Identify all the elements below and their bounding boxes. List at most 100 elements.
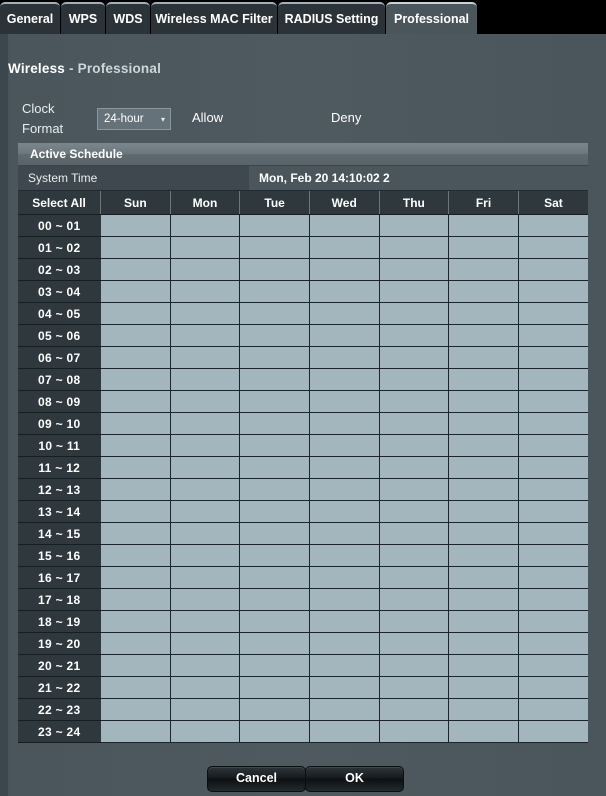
hour-label-3[interactable]: 03 ~ 04 <box>18 280 101 303</box>
schedule-cell-sun-0[interactable] <box>100 214 171 237</box>
schedule-cell-sun-22[interactable] <box>100 698 171 721</box>
schedule-cell-tue-1[interactable] <box>239 236 310 259</box>
schedule-cell-mon-23[interactable] <box>170 720 241 743</box>
schedule-cell-tue-19[interactable] <box>239 632 310 655</box>
schedule-cell-tue-18[interactable] <box>239 610 310 633</box>
schedule-cell-thu-17[interactable] <box>379 588 450 611</box>
schedule-cell-fri-8[interactable] <box>448 390 519 413</box>
schedule-cell-sun-16[interactable] <box>100 566 171 589</box>
schedule-cell-thu-22[interactable] <box>379 698 450 721</box>
schedule-cell-mon-0[interactable] <box>170 214 241 237</box>
schedule-cell-thu-2[interactable] <box>379 258 450 281</box>
schedule-cell-sun-4[interactable] <box>100 302 171 325</box>
schedule-cell-sat-6[interactable] <box>518 346 588 369</box>
schedule-cell-wed-23[interactable] <box>309 720 380 743</box>
schedule-cell-sun-23[interactable] <box>100 720 171 743</box>
hour-label-17[interactable]: 17 ~ 18 <box>18 588 101 611</box>
schedule-cell-sun-1[interactable] <box>100 236 171 259</box>
schedule-cell-thu-11[interactable] <box>379 456 450 479</box>
select-all-header[interactable]: Select All <box>18 191 101 215</box>
schedule-cell-fri-23[interactable] <box>448 720 519 743</box>
schedule-cell-mon-10[interactable] <box>170 434 241 457</box>
schedule-cell-thu-9[interactable] <box>379 412 450 435</box>
hour-label-19[interactable]: 19 ~ 20 <box>18 632 101 655</box>
tab-radius-setting[interactable]: RADIUS Setting <box>278 2 385 34</box>
schedule-cell-sun-6[interactable] <box>100 346 171 369</box>
schedule-cell-tue-3[interactable] <box>239 280 310 303</box>
schedule-cell-fri-17[interactable] <box>448 588 519 611</box>
schedule-cell-wed-8[interactable] <box>309 390 380 413</box>
schedule-cell-wed-20[interactable] <box>309 654 380 677</box>
schedule-cell-mon-16[interactable] <box>170 566 241 589</box>
day-header-sat[interactable]: Sat <box>518 191 588 215</box>
hour-label-0[interactable]: 00 ~ 01 <box>18 214 101 237</box>
schedule-cell-mon-3[interactable] <box>170 280 241 303</box>
schedule-cell-wed-12[interactable] <box>309 478 380 501</box>
schedule-cell-mon-18[interactable] <box>170 610 241 633</box>
schedule-cell-mon-11[interactable] <box>170 456 241 479</box>
schedule-cell-wed-10[interactable] <box>309 434 380 457</box>
schedule-cell-tue-15[interactable] <box>239 544 310 567</box>
schedule-cell-sat-3[interactable] <box>518 280 588 303</box>
hour-label-14[interactable]: 14 ~ 15 <box>18 522 101 545</box>
schedule-cell-sat-0[interactable] <box>518 214 588 237</box>
schedule-cell-mon-2[interactable] <box>170 258 241 281</box>
day-header-thu[interactable]: Thu <box>379 191 450 215</box>
schedule-cell-mon-8[interactable] <box>170 390 241 413</box>
schedule-cell-wed-2[interactable] <box>309 258 380 281</box>
schedule-cell-sun-7[interactable] <box>100 368 171 391</box>
schedule-cell-mon-12[interactable] <box>170 478 241 501</box>
hour-label-8[interactable]: 08 ~ 09 <box>18 390 101 413</box>
tab-general[interactable]: General <box>0 2 60 34</box>
schedule-cell-sun-15[interactable] <box>100 544 171 567</box>
schedule-cell-sun-19[interactable] <box>100 632 171 655</box>
hour-label-18[interactable]: 18 ~ 19 <box>18 610 101 633</box>
hour-label-11[interactable]: 11 ~ 12 <box>18 456 101 479</box>
schedule-cell-thu-13[interactable] <box>379 500 450 523</box>
schedule-cell-mon-1[interactable] <box>170 236 241 259</box>
schedule-cell-fri-2[interactable] <box>448 258 519 281</box>
schedule-cell-sun-2[interactable] <box>100 258 171 281</box>
tab-professional[interactable]: Professional <box>386 2 477 34</box>
cancel-button[interactable]: Cancel <box>207 766 306 792</box>
schedule-cell-mon-14[interactable] <box>170 522 241 545</box>
schedule-cell-tue-21[interactable] <box>239 676 310 699</box>
schedule-cell-thu-5[interactable] <box>379 324 450 347</box>
tab-wps[interactable]: WPS <box>61 2 105 34</box>
schedule-cell-sat-16[interactable] <box>518 566 588 589</box>
hour-label-10[interactable]: 10 ~ 11 <box>18 434 101 457</box>
schedule-cell-sun-17[interactable] <box>100 588 171 611</box>
schedule-cell-fri-22[interactable] <box>448 698 519 721</box>
schedule-cell-wed-11[interactable] <box>309 456 380 479</box>
schedule-cell-sat-14[interactable] <box>518 522 588 545</box>
schedule-cell-sun-11[interactable] <box>100 456 171 479</box>
schedule-cell-wed-21[interactable] <box>309 676 380 699</box>
schedule-cell-thu-15[interactable] <box>379 544 450 567</box>
hour-label-1[interactable]: 01 ~ 02 <box>18 236 101 259</box>
hour-label-15[interactable]: 15 ~ 16 <box>18 544 101 567</box>
schedule-cell-tue-11[interactable] <box>239 456 310 479</box>
schedule-cell-sun-21[interactable] <box>100 676 171 699</box>
day-header-wed[interactable]: Wed <box>309 191 380 215</box>
hour-label-2[interactable]: 02 ~ 03 <box>18 258 101 281</box>
hour-label-22[interactable]: 22 ~ 23 <box>18 698 101 721</box>
schedule-cell-thu-18[interactable] <box>379 610 450 633</box>
schedule-cell-mon-15[interactable] <box>170 544 241 567</box>
schedule-cell-tue-2[interactable] <box>239 258 310 281</box>
schedule-cell-mon-7[interactable] <box>170 368 241 391</box>
schedule-cell-sun-13[interactable] <box>100 500 171 523</box>
day-header-mon[interactable]: Mon <box>170 191 241 215</box>
schedule-cell-tue-6[interactable] <box>239 346 310 369</box>
schedule-cell-tue-5[interactable] <box>239 324 310 347</box>
schedule-cell-wed-0[interactable] <box>309 214 380 237</box>
schedule-cell-fri-4[interactable] <box>448 302 519 325</box>
schedule-cell-wed-3[interactable] <box>309 280 380 303</box>
schedule-cell-mon-9[interactable] <box>170 412 241 435</box>
hour-label-23[interactable]: 23 ~ 24 <box>18 720 101 743</box>
schedule-cell-wed-16[interactable] <box>309 566 380 589</box>
schedule-cell-mon-21[interactable] <box>170 676 241 699</box>
schedule-cell-fri-10[interactable] <box>448 434 519 457</box>
schedule-cell-fri-1[interactable] <box>448 236 519 259</box>
schedule-cell-thu-4[interactable] <box>379 302 450 325</box>
schedule-cell-mon-4[interactable] <box>170 302 241 325</box>
